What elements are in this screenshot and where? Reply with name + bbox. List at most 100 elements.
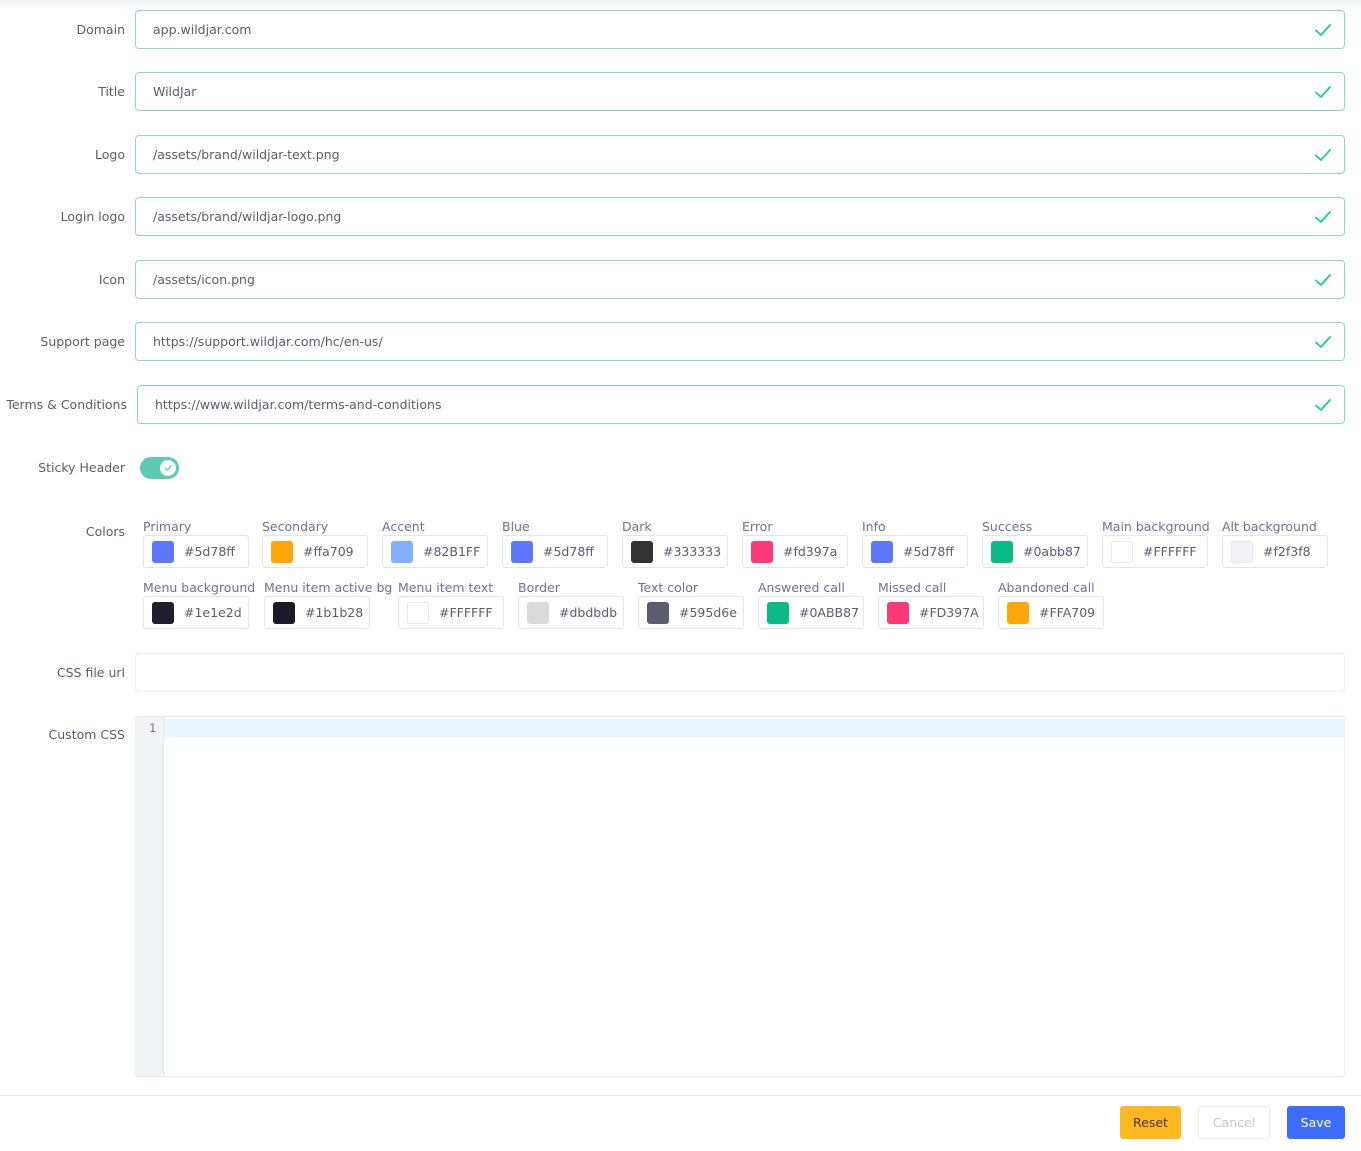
color-hex: #ffa709 <box>303 544 354 559</box>
color-chip[interactable] <box>527 602 549 624</box>
color-hex: #1b1b28 <box>305 605 364 620</box>
check-icon <box>1315 336 1331 348</box>
color-input[interactable]: #FD397A <box>878 596 984 629</box>
form-footer: Reset Cancel Save <box>0 1095 1361 1151</box>
color-input[interactable]: #5d78ff <box>862 535 968 568</box>
support-page-label: Support page <box>40 334 125 349</box>
color-hex: #5d78ff <box>543 544 594 559</box>
color-chip[interactable] <box>511 541 533 563</box>
logo-row: Logo /assets/brand/wildjar-text.png <box>0 135 1361 175</box>
css-file-url-label: CSS file url <box>56 665 125 680</box>
color-input[interactable]: #f2f3f8 <box>1222 535 1328 568</box>
color-hex: #82B1FF <box>423 544 481 559</box>
color-chip[interactable] <box>273 602 295 624</box>
color-name: Main background <box>1102 519 1210 534</box>
sticky-header-toggle[interactable] <box>140 457 179 479</box>
color-name: Abandoned call <box>998 580 1095 595</box>
color-hex: #f2f3f8 <box>1263 544 1311 559</box>
color-input[interactable]: #1e1e2d <box>143 596 249 629</box>
color-input[interactable]: #fd397a <box>742 535 848 568</box>
color-name: Success <box>982 519 1033 534</box>
terms-value: https://www.wildjar.com/terms-and-condit… <box>155 397 442 412</box>
color-name: Alt background <box>1222 519 1317 534</box>
color-chip[interactable] <box>871 541 893 563</box>
color-name: Error <box>742 519 773 534</box>
color-input[interactable]: #333333 <box>622 535 728 568</box>
logo-label: Logo <box>95 147 125 162</box>
color-hex: #FD397A <box>919 605 979 620</box>
css-file-url-input[interactable] <box>135 653 1345 692</box>
color-chip[interactable] <box>767 602 789 624</box>
color-input[interactable]: #82B1FF <box>382 535 488 568</box>
check-icon <box>164 465 172 471</box>
support-page-row: Support page https://support.wildjar.com… <box>0 322 1361 362</box>
color-hex: #FFFFFF <box>1143 544 1197 559</box>
color-input[interactable]: #1b1b28 <box>264 596 370 629</box>
color-input[interactable]: #0ABB87 <box>758 596 864 629</box>
active-line-highlight <box>164 719 1344 737</box>
color-input[interactable]: #595d6e <box>638 596 744 629</box>
color-hex: #fd397a <box>783 544 838 559</box>
color-chip[interactable] <box>391 541 413 563</box>
colors-label: Colors <box>85 524 125 539</box>
save-button[interactable]: Save <box>1287 1106 1345 1139</box>
color-name: Accent <box>382 519 425 534</box>
login-logo-row: Login logo /assets/brand/wildjar-logo.pn… <box>0 197 1361 237</box>
title-input[interactable]: WildJar <box>135 72 1345 111</box>
css-file-url-row: CSS file url <box>0 653 1361 693</box>
color-name: Dark <box>622 519 652 534</box>
color-input[interactable]: #FFFFFF <box>1102 535 1208 568</box>
check-icon <box>1315 274 1331 286</box>
color-hex: #FFA709 <box>1039 605 1096 620</box>
color-hex: #dbdbdb <box>559 605 618 620</box>
color-name: Secondary <box>262 519 329 534</box>
color-hex: #0ABB87 <box>799 605 860 620</box>
terms-input[interactable]: https://www.wildjar.com/terms-and-condit… <box>137 385 1345 424</box>
color-input[interactable]: #FFFFFF <box>398 596 504 629</box>
color-chip[interactable] <box>1231 541 1253 563</box>
sticky-header-label: Sticky Header <box>38 460 125 475</box>
logo-value: /assets/brand/wildjar-text.png <box>153 147 340 162</box>
color-input[interactable]: #ffa709 <box>262 535 368 568</box>
color-chip[interactable] <box>631 541 653 563</box>
color-chip[interactable] <box>1111 541 1133 563</box>
color-name: Menu item text <box>398 580 494 595</box>
cancel-button[interactable]: Cancel <box>1198 1106 1270 1139</box>
custom-css-editor[interactable]: 1 <box>135 716 1345 1077</box>
check-icon <box>1315 211 1331 223</box>
color-hex: #0abb87 <box>1023 544 1081 559</box>
color-input[interactable]: #5d78ff <box>502 535 608 568</box>
color-chip[interactable] <box>647 602 669 624</box>
line-number: 1 <box>149 721 156 735</box>
top-shadow <box>0 0 1361 10</box>
color-input[interactable]: #FFA709 <box>998 596 1104 629</box>
color-chip[interactable] <box>991 541 1013 563</box>
terms-row: Terms & Conditions https://www.wildjar.c… <box>0 385 1361 425</box>
color-chip[interactable] <box>751 541 773 563</box>
color-chip[interactable] <box>887 602 909 624</box>
toggle-knob <box>160 460 176 476</box>
color-input[interactable]: #0abb87 <box>982 535 1088 568</box>
color-chip[interactable] <box>271 541 293 563</box>
color-name: Missed call <box>878 580 947 595</box>
color-input[interactable]: #5d78ff <box>143 535 249 568</box>
terms-label: Terms & Conditions <box>6 397 127 412</box>
domain-input[interactable]: app.wildjar.com <box>135 10 1345 49</box>
login-logo-input[interactable]: /assets/brand/wildjar-logo.png <box>135 197 1345 236</box>
check-icon <box>1315 149 1331 161</box>
support-page-input[interactable]: https://support.wildjar.com/hc/en-us/ <box>135 322 1345 361</box>
color-hex: #595d6e <box>679 605 737 620</box>
custom-css-label: Custom CSS <box>48 727 125 742</box>
icon-input[interactable]: /assets/icon.png <box>135 260 1345 299</box>
domain-label: Domain <box>76 22 125 37</box>
logo-input[interactable]: /assets/brand/wildjar-text.png <box>135 135 1345 174</box>
reset-button[interactable]: Reset <box>1120 1106 1181 1139</box>
login-logo-value: /assets/brand/wildjar-logo.png <box>153 209 342 224</box>
color-chip[interactable] <box>407 602 429 624</box>
icon-row: Icon /assets/icon.png <box>0 260 1361 300</box>
color-chip[interactable] <box>152 541 174 563</box>
color-name: Menu background <box>143 580 256 595</box>
color-chip[interactable] <box>1007 602 1029 624</box>
color-input[interactable]: #dbdbdb <box>518 596 624 629</box>
color-chip[interactable] <box>152 602 174 624</box>
